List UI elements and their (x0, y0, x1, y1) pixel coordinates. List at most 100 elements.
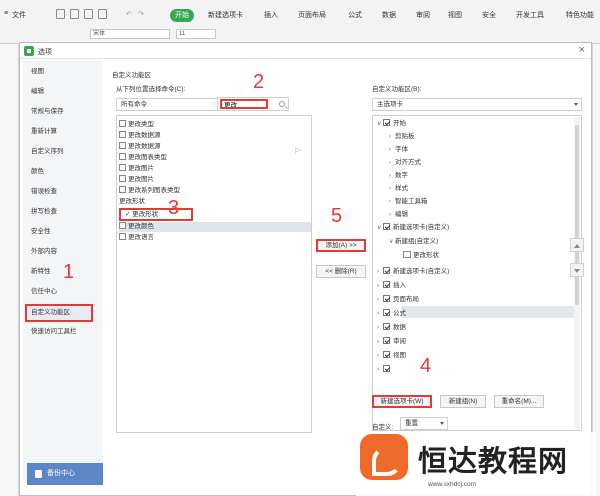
tab-home[interactable]: 开始 (170, 9, 194, 22)
tab-review[interactable]: 审阅 (416, 10, 430, 20)
checkbox[interactable] (383, 295, 390, 302)
nav-item-view[interactable]: 视图 (23, 63, 103, 81)
tree-node[interactable]: › 数据 (377, 322, 406, 334)
nav-item-custom-list[interactable]: 自定义序列 (23, 143, 103, 161)
hamburger-icon[interactable]: ≡ (4, 10, 8, 17)
tab-insert[interactable]: 插入 (264, 10, 278, 20)
checkbox[interactable] (383, 309, 390, 316)
rename-button[interactable]: 重命名(M)... (494, 395, 544, 408)
tab-type-select[interactable]: 主选项卡 (372, 98, 582, 111)
file-menu[interactable]: 文件 (12, 10, 26, 20)
watermark-url: www.sxhdcj.com (428, 481, 477, 488)
checkbox[interactable] (383, 281, 390, 288)
ribbon-tab-row: ≡ 文件 ↶ ↷ 开始 新建选项卡 插入 页面布局 公式 数据 审阅 视图 安全… (0, 6, 600, 24)
remove-button[interactable]: << 删除(R) (316, 265, 366, 278)
list-item[interactable]: 更改颜色 (119, 222, 311, 232)
nav-item-customize-ribbon[interactable]: 自定义功能区 (25, 304, 93, 322)
tab-data[interactable]: 数据 (382, 10, 396, 20)
tree-node[interactable]: › 页面布局 (377, 294, 419, 306)
add-button[interactable]: 添加(A) >> (316, 239, 366, 252)
print-icon[interactable] (70, 9, 79, 19)
undo-icon[interactable]: ↶ (126, 10, 132, 18)
command-icon (119, 153, 126, 160)
list-item-selected[interactable]: ✓ 更改形状 (119, 208, 193, 221)
sheet-row-headers (0, 44, 19, 496)
command-icon (119, 120, 126, 127)
backup-center-button[interactable]: 备份中心 (27, 463, 103, 485)
nav-item-general-save[interactable]: 常规与保存 (23, 103, 103, 121)
tree-node[interactable]: › 编辑 (389, 209, 408, 221)
tree-node[interactable]: › (377, 364, 393, 376)
command-icon (119, 142, 126, 149)
move-up-button[interactable] (570, 238, 584, 252)
tab-page-layout[interactable]: 页面布局 (298, 10, 326, 20)
nav-item-trust-center[interactable]: 信任中心 (23, 283, 103, 301)
list-item[interactable]: 更改图片 (119, 175, 154, 185)
nav-item-error-check[interactable]: 错误检查 (23, 183, 103, 201)
new-group-button[interactable]: 新建组(N) (440, 395, 486, 408)
nav-item-edit[interactable]: 编辑 (23, 83, 103, 101)
tab-security[interactable]: 安全 (482, 10, 496, 20)
tree-node[interactable]: ∨ 新建选项卡(自定义) (377, 222, 449, 234)
nav-item-recalculate[interactable]: 重新计算 (23, 123, 103, 141)
checkbox[interactable] (383, 351, 390, 358)
preview-icon[interactable] (84, 9, 93, 19)
tab-formula[interactable]: 公式 (348, 10, 362, 20)
list-item[interactable]: 更改数据源 (119, 131, 161, 141)
tree-node[interactable]: › 样式 (389, 183, 408, 195)
new-tab-button[interactable]: 新建选项卡(W) (372, 395, 432, 408)
customize-ribbon-heading: 自定义功能区 (112, 72, 151, 79)
tab-new[interactable]: 新建选项卡 (208, 10, 243, 20)
tree-node[interactable]: › 剪贴板 (389, 131, 415, 143)
move-down-button[interactable] (570, 263, 584, 277)
step-number-1: 1 (63, 261, 75, 283)
checkbox[interactable] (383, 267, 390, 274)
format-painter-icon[interactable] (98, 9, 107, 19)
list-item[interactable]: 更改系列图表类型 (119, 186, 180, 196)
nav-item-external-content[interactable]: 外部内容 (23, 243, 103, 261)
tab-developer[interactable]: 开发工具 (516, 10, 544, 20)
tree-node[interactable]: › 对齐方式 (389, 157, 421, 169)
search-input[interactable] (220, 99, 268, 109)
tree-node[interactable]: ∨ 新建组(自定义) (389, 236, 438, 248)
checkbox[interactable] (383, 223, 390, 230)
font-name-select[interactable]: 宋体 (90, 29, 170, 39)
nav-item-spell-check[interactable]: 拼写检查 (23, 203, 103, 221)
command-source-select[interactable]: 所有命令 (116, 98, 232, 111)
options-dialog: 选项 × 视图 编辑 常规与保存 重新计算 自定义序列 颜色 错误检查 拼写检查… (19, 42, 592, 496)
checkbox[interactable] (383, 365, 390, 372)
checkbox[interactable] (383, 119, 390, 126)
list-item[interactable]: 更改语言 (119, 233, 154, 243)
save-icon[interactable] (56, 9, 65, 19)
tab-view[interactable]: 视图 (448, 10, 462, 20)
checkbox[interactable] (383, 323, 390, 330)
close-icon[interactable]: × (579, 44, 585, 56)
tree-node[interactable]: 更改形状 (403, 250, 439, 262)
tree-node[interactable]: › 公式 (377, 308, 406, 320)
tab-special[interactable]: 特色功能 (566, 10, 594, 20)
search-icon[interactable] (279, 101, 285, 107)
tree-node[interactable]: › 审阅 (377, 336, 406, 348)
tree-node[interactable]: › 数字 (389, 170, 408, 182)
reset-select[interactable]: 重置 (400, 417, 448, 430)
tree-node[interactable]: ∨ 开始 (377, 118, 406, 130)
dialog-titlebar: 选项 × (20, 43, 591, 59)
font-size-select[interactable]: 11 (176, 29, 216, 39)
tree-node[interactable]: › 插入 (377, 280, 406, 292)
nav-item-security[interactable]: 安全性 (23, 223, 103, 241)
ribbon-tree: ∨ 开始 › 剪贴板 › 字体 › 对齐方式 › 数字 › 样式 › 智能工具箱 › 编辑 ∨ 新… (372, 115, 582, 431)
nav-item-color[interactable]: 颜色 (23, 163, 103, 181)
tree-node[interactable]: › 智能工具箱 (389, 196, 428, 208)
shape-icon (403, 251, 411, 258)
list-item[interactable]: 更改类型 (119, 120, 154, 130)
redo-icon[interactable]: ↷ (138, 10, 144, 18)
checkbox[interactable] (383, 337, 390, 344)
list-item[interactable]: 更改数据源 (119, 142, 161, 152)
tree-node[interactable]: › 新建选项卡(自定义) (377, 266, 449, 278)
tree-node[interactable]: › 字体 (389, 144, 408, 156)
list-item[interactable]: 更改图片 (119, 164, 154, 174)
list-item[interactable]: 更改图表类型 (119, 153, 167, 163)
tree-node[interactable]: › 视图 (377, 350, 406, 362)
nav-item-quick-access[interactable]: 快速访问工具栏 (23, 323, 103, 341)
tab-type-value: 主选项卡 (377, 101, 403, 108)
